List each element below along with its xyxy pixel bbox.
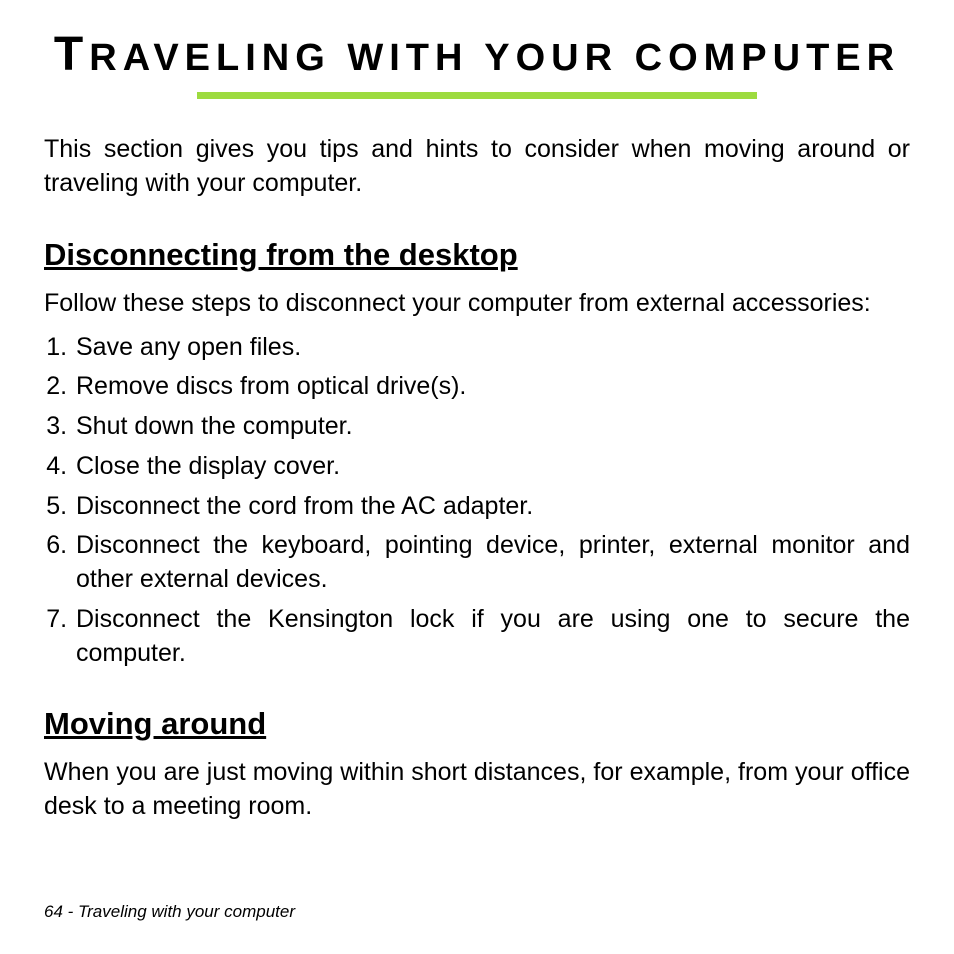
section-heading-moving-around: Moving around (44, 706, 910, 742)
list-item: Disconnect the keyboard, pointing device… (74, 529, 910, 597)
list-item: Shut down the computer. (74, 410, 910, 444)
title-rest: RAVELING WITH YOUR COMPUTER (89, 37, 900, 79)
page-title: TRAVELING WITH YOUR COMPUTER (54, 30, 900, 80)
title-block: TRAVELING WITH YOUR COMPUTER (44, 30, 910, 99)
steps-list: Save any open files. Remove discs from o… (44, 331, 910, 671)
page-footer: 64 - Traveling with your computer (44, 902, 295, 922)
list-item: Save any open files. (74, 331, 910, 365)
intro-paragraph: This section gives you tips and hints to… (44, 133, 910, 201)
list-item: Disconnect the Kensington lock if you ar… (74, 603, 910, 671)
list-item: Disconnect the cord from the AC adapter. (74, 490, 910, 524)
title-first-letter: T (54, 28, 89, 81)
section-heading-disconnecting: Disconnecting from the desktop (44, 237, 910, 273)
list-item: Close the display cover. (74, 450, 910, 484)
list-item: Remove discs from optical drive(s). (74, 370, 910, 404)
page: TRAVELING WITH YOUR COMPUTER This sectio… (0, 0, 954, 954)
title-underline (197, 92, 757, 99)
section1-lead: Follow these steps to disconnect your co… (44, 287, 910, 321)
section2-lead: When you are just moving within short di… (44, 756, 910, 824)
